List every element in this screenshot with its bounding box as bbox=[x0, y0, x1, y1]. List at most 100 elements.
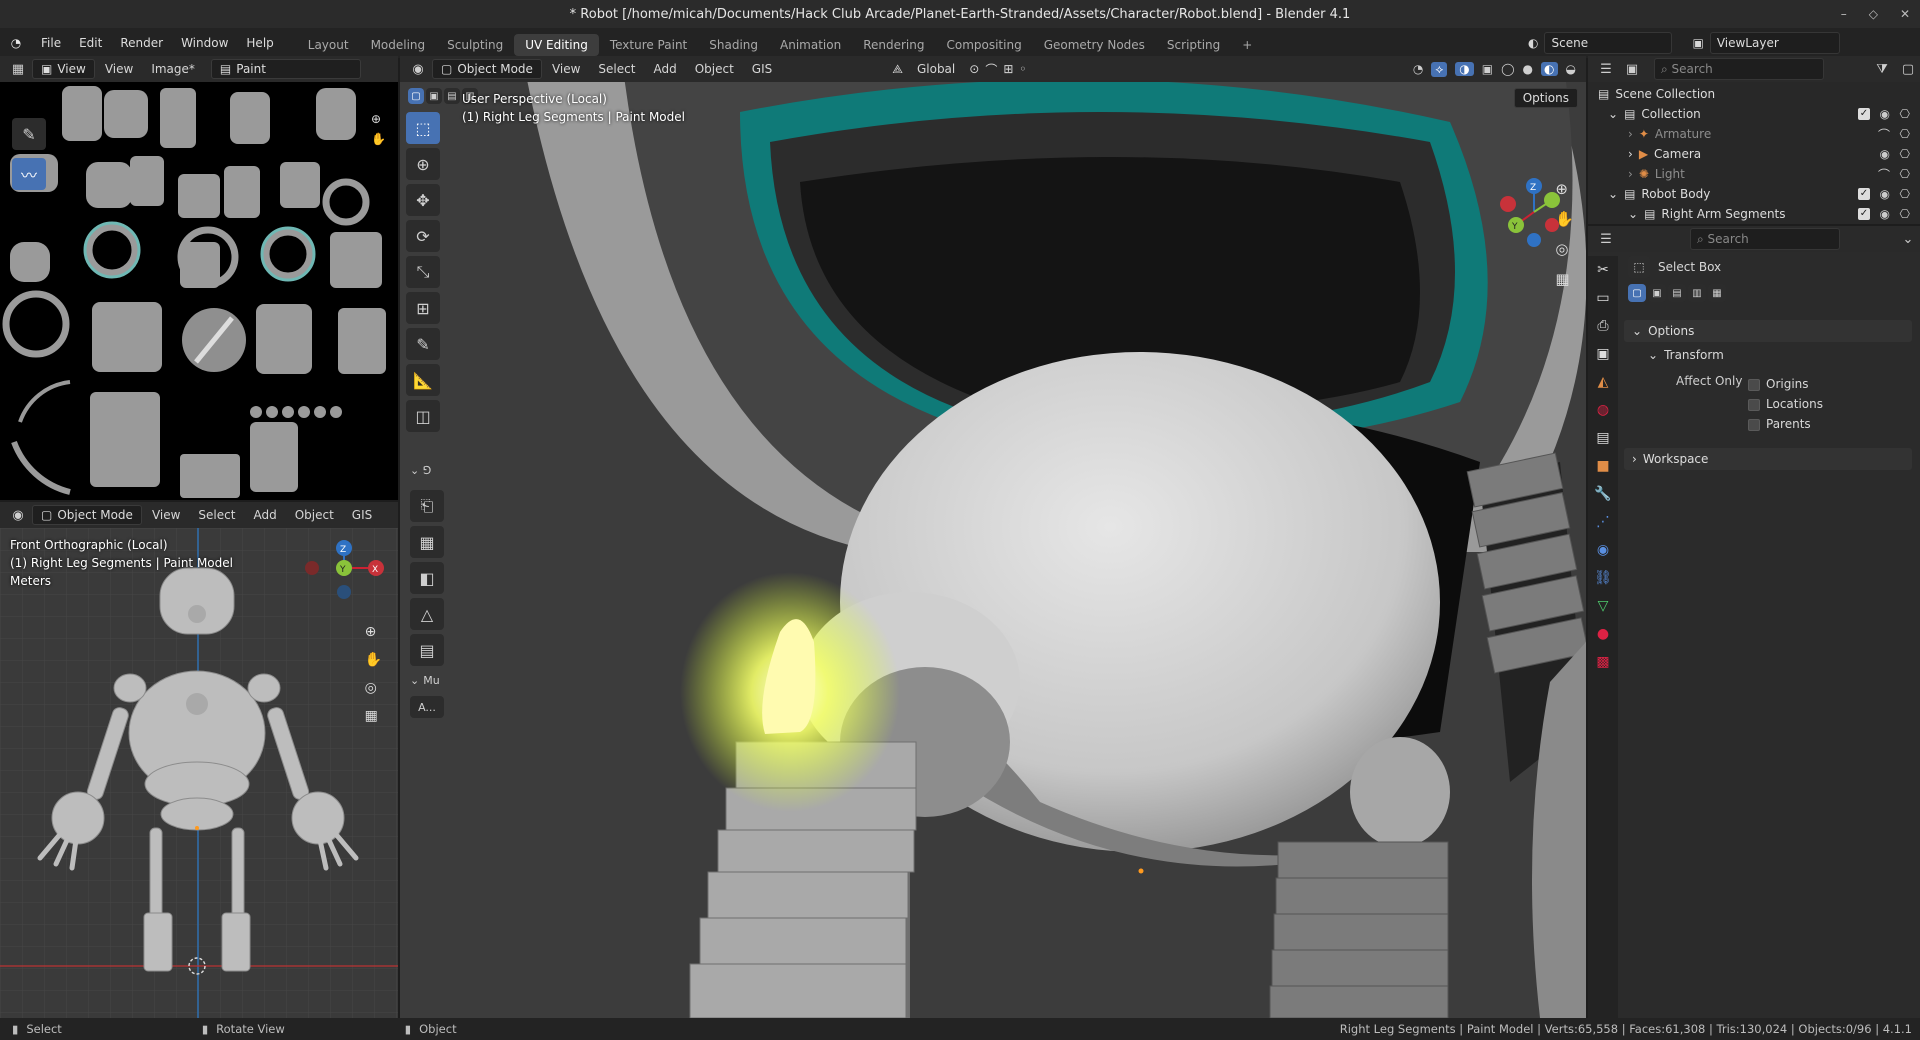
select-extend-icon[interactable]: ▣ bbox=[426, 88, 442, 104]
tab-sculpting[interactable]: Sculpting bbox=[436, 34, 514, 56]
transform-subsection[interactable]: ⌄ Transform bbox=[1648, 348, 1724, 362]
select-intersect-icon[interactable]: ▦ bbox=[1708, 284, 1726, 302]
grid-tool-icon[interactable]: ▦ bbox=[410, 526, 444, 558]
data-tab-icon[interactable]: ▽ bbox=[1588, 592, 1618, 620]
tool-settings-icon[interactable]: ⎗ bbox=[410, 490, 444, 522]
scene-field[interactable]: Scene bbox=[1544, 32, 1673, 54]
origins-checkbox[interactable]: Origins bbox=[1748, 374, 1823, 394]
chevron-down-icon[interactable]: ⌄ bbox=[1896, 227, 1920, 251]
tab-layout[interactable]: Layout bbox=[297, 34, 360, 56]
render-camera-icon[interactable]: ⎔ bbox=[1900, 107, 1910, 121]
outliner-row-collection[interactable]: ⌄ ▤ Collection ✓ ◉ ⎔ bbox=[1588, 104, 1920, 124]
uv-menu-view[interactable]: View bbox=[97, 62, 141, 76]
filter-icon[interactable]: ⧩ bbox=[1870, 57, 1894, 81]
blender-logo-icon[interactable]: ◔ bbox=[0, 28, 32, 58]
render-tab-icon[interactable]: ▭ bbox=[1588, 284, 1618, 312]
parents-checkbox[interactable]: Parents bbox=[1748, 414, 1823, 434]
world-tab-icon[interactable]: ◍ bbox=[1588, 396, 1618, 424]
copy-tool-icon[interactable]: ▤ bbox=[410, 634, 444, 666]
new-collection-icon[interactable]: ▢ bbox=[1896, 57, 1920, 81]
front-menu-select[interactable]: Select bbox=[190, 508, 243, 522]
menu-help[interactable]: Help bbox=[237, 28, 282, 58]
eye-icon[interactable]: ◉ bbox=[1880, 147, 1890, 161]
tab-modeling[interactable]: Modeling bbox=[360, 34, 437, 56]
main-menu-gis[interactable]: GIS bbox=[744, 62, 780, 76]
tab-animation[interactable]: Animation bbox=[769, 34, 852, 56]
display-mode-icon[interactable]: ▣ bbox=[1620, 57, 1644, 81]
eye-closed-icon[interactable]: ⌒ bbox=[1878, 166, 1890, 183]
side-tab-mu[interactable]: ⌄ Mu bbox=[410, 674, 444, 696]
exclude-checkbox[interactable]: ✓ bbox=[1858, 208, 1870, 220]
select-box-tool-icon[interactable]: ⬚ bbox=[406, 112, 440, 144]
modifier-tab-icon[interactable]: 🔧 bbox=[1588, 480, 1618, 508]
measure-tool-icon[interactable]: 📐 bbox=[406, 364, 440, 396]
editor-type-icon[interactable]: ◉ bbox=[406, 57, 430, 81]
proportional-edit-icon[interactable]: ◦ bbox=[1019, 62, 1026, 76]
restore-icon[interactable]: ◇ bbox=[1869, 7, 1878, 21]
pan-hand-icon[interactable]: ✋ bbox=[371, 132, 386, 146]
eyedropper-tool-icon[interactable]: ✎ bbox=[12, 118, 46, 150]
side-tab-icon[interactable]: ⌄ ⅁ bbox=[410, 464, 444, 490]
uv-menu-image[interactable]: Image* bbox=[143, 62, 203, 76]
texture-tab-icon[interactable]: ▩ bbox=[1588, 648, 1618, 676]
exclude-checkbox[interactable]: ✓ bbox=[1858, 188, 1870, 200]
add-workspace-icon[interactable]: + bbox=[1231, 34, 1263, 56]
camera-view-icon[interactable]: ◎ bbox=[1555, 240, 1574, 258]
render-camera-icon[interactable]: ⎔ bbox=[1900, 127, 1910, 141]
properties-search[interactable]: ⌕ Search bbox=[1690, 228, 1840, 250]
tab-geometry-nodes[interactable]: Geometry Nodes bbox=[1033, 34, 1156, 56]
select-subtract-icon[interactable]: ▤ bbox=[1668, 284, 1686, 302]
front-menu-object[interactable]: Object bbox=[287, 508, 342, 522]
outliner-row-robot-body[interactable]: ⌄ ▤ Robot Body ✓ ◉ ⎔ bbox=[1588, 184, 1920, 204]
exclude-checkbox[interactable]: ✓ bbox=[1858, 108, 1870, 120]
tab-shading[interactable]: Shading bbox=[698, 34, 769, 56]
main-menu-select[interactable]: Select bbox=[590, 62, 643, 76]
main-viewport-canvas[interactable]: Z Y ▢ ▣ ▤ ▥ ⬚ ⊕ ✥ ⟳ ⤡ ⊞ ✎ 📐 ◫ ⌄ ⅁ ⎗ ▦ ◧ … bbox=[400, 56, 1586, 1018]
eye-icon[interactable]: ◉ bbox=[1880, 107, 1890, 121]
physics-tab-icon[interactable]: ◉ bbox=[1588, 536, 1618, 564]
menu-render[interactable]: Render bbox=[111, 28, 172, 58]
eye-icon[interactable]: ◉ bbox=[1880, 207, 1890, 221]
uv-texture-canvas[interactable]: ✎ 〰 ⊕ ✋ bbox=[0, 82, 398, 500]
close-icon[interactable]: ✕ bbox=[1900, 7, 1910, 21]
side-tab-a[interactable]: A... bbox=[410, 696, 444, 718]
menu-window[interactable]: Window bbox=[172, 28, 237, 58]
uv-mode-dropdown[interactable]: ▤ Paint bbox=[210, 59, 361, 79]
constraints-tab-icon[interactable]: ⛓ bbox=[1588, 564, 1618, 592]
snap-target-icon[interactable]: ⊞ bbox=[1003, 62, 1013, 76]
render-camera-icon[interactable]: ⎔ bbox=[1900, 207, 1910, 221]
xray-icon[interactable]: ▣ bbox=[1482, 62, 1493, 76]
add-cube-tool-icon[interactable]: ◫ bbox=[406, 400, 440, 432]
view-layer-tab-icon[interactable]: ▣ bbox=[1588, 340, 1618, 368]
front-menu-gis[interactable]: GIS bbox=[344, 508, 380, 522]
main-mode-dropdown[interactable]: ▢ Object Mode bbox=[432, 59, 542, 79]
draw-tool-icon[interactable]: 〰 bbox=[12, 158, 46, 190]
render-camera-icon[interactable]: ⎔ bbox=[1900, 167, 1910, 181]
rotate-tool-icon[interactable]: ⟳ bbox=[406, 220, 440, 252]
select-new-icon[interactable]: ▢ bbox=[408, 88, 424, 104]
camera-view-icon[interactable]: ◎ bbox=[365, 680, 382, 696]
material-shading-icon[interactable]: ◐ bbox=[1541, 62, 1558, 76]
move-tool-icon[interactable]: ✥ bbox=[406, 184, 440, 216]
minimize-icon[interactable]: – bbox=[1841, 7, 1847, 21]
output-tab-icon[interactable]: ⎙ bbox=[1588, 312, 1618, 340]
select-invert-icon[interactable]: ▥ bbox=[1688, 284, 1706, 302]
annotate-tool-icon[interactable]: ✎ bbox=[406, 328, 440, 360]
front-viewport-canvas[interactable]: Z Y X Front Orthographic (Local) (1) Rig… bbox=[0, 528, 398, 1018]
edge-tool-icon[interactable]: ◧ bbox=[410, 562, 444, 594]
editor-type-icon[interactable]: ▦ bbox=[6, 57, 30, 81]
tab-compositing[interactable]: Compositing bbox=[935, 34, 1032, 56]
tab-rendering[interactable]: Rendering bbox=[852, 34, 935, 56]
render-camera-icon[interactable]: ⎔ bbox=[1900, 147, 1910, 161]
main-menu-add[interactable]: Add bbox=[645, 62, 684, 76]
zoom-icon[interactable]: ⊕ bbox=[1555, 180, 1574, 198]
editor-type-icon[interactable]: ◉ bbox=[6, 503, 30, 527]
zoom-icon[interactable]: ⊕ bbox=[365, 624, 382, 640]
object-tab-icon[interactable]: ■ bbox=[1588, 452, 1618, 480]
collection-tab-icon[interactable]: ▤ bbox=[1588, 424, 1618, 452]
outliner-row-scene-collection[interactable]: ▤ Scene Collection bbox=[1588, 84, 1920, 104]
eye-closed-icon[interactable]: ⌒ bbox=[1878, 126, 1890, 143]
outliner-row-camera[interactable]: › ▶ Camera ◉ ⎔ bbox=[1588, 144, 1920, 164]
scale-tool-icon[interactable]: ⤡ bbox=[406, 256, 440, 288]
view-layer-field[interactable]: ViewLayer bbox=[1709, 32, 1840, 54]
